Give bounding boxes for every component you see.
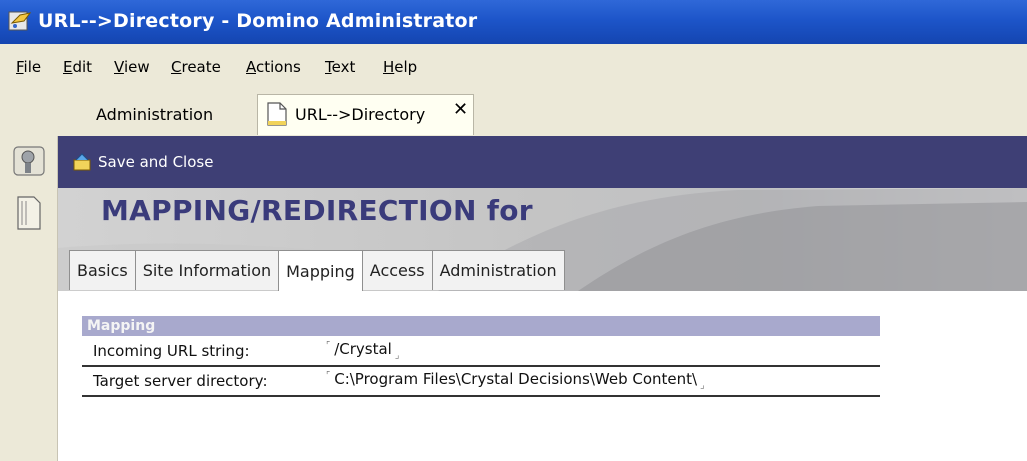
window-title: URL-->Directory - Domino Administrator — [38, 10, 478, 32]
target-directory-field[interactable]: ⌜ C:\Program Files\Crystal Decisions\Web … — [326, 370, 705, 391]
tab-administration[interactable]: Administration — [96, 105, 213, 124]
window-tab-strip: Administration URL-->Directory ✕ — [0, 88, 1027, 136]
title-bar: URL-->Directory - Domino Administrator — [0, 0, 1027, 44]
menu-help[interactable]: Help — [383, 58, 417, 76]
tab-access[interactable]: Access — [361, 250, 433, 290]
incoming-url-value: /Crystal — [334, 340, 392, 358]
menu-create[interactable]: Create — [171, 58, 221, 76]
form-content: Mapping Incoming URL string: ⌜/Crystal ⌟ … — [58, 291, 1027, 461]
incoming-url-field[interactable]: ⌜/Crystal ⌟ — [326, 340, 400, 361]
field-end-marker: ⌟ — [394, 350, 400, 361]
field-end-marker: ⌟ — [700, 380, 705, 391]
section-header: Mapping — [82, 316, 880, 336]
document-icon — [267, 102, 287, 126]
replicator-icon[interactable] — [12, 144, 46, 180]
menu-file[interactable]: File — [16, 58, 41, 76]
save-and-close-button[interactable]: Save and Close — [72, 148, 213, 176]
menu-view[interactable]: View — [114, 58, 150, 76]
tab-mapping[interactable]: Mapping — [278, 250, 363, 292]
tab-url-directory[interactable]: URL-->Directory ✕ — [257, 94, 474, 135]
field-start-marker: ⌜ — [326, 341, 331, 351]
form-heading: MAPPING/REDIRECTION for — [101, 194, 533, 227]
tab-url-directory-label: URL-->Directory — [295, 105, 426, 124]
menu-edit[interactable]: Edit — [63, 58, 92, 76]
bookmark-bar — [0, 136, 58, 461]
field-row-target-directory: Target server directory: ⌜ C:\Program Fil… — [82, 367, 880, 397]
field-row-incoming-url: Incoming URL string: ⌜/Crystal ⌟ — [82, 337, 880, 367]
menu-bar: File Edit View Create Actions Text Help — [0, 44, 1027, 89]
bookmarks-icon[interactable] — [14, 193, 44, 233]
tab-administration-form[interactable]: Administration — [431, 250, 565, 290]
field-start-marker: ⌜ — [326, 371, 331, 381]
target-directory-label: Target server directory: — [93, 372, 268, 390]
menu-actions[interactable]: Actions — [246, 58, 301, 76]
save-and-close-label: Save and Close — [98, 153, 214, 171]
domino-app-icon — [8, 11, 32, 31]
incoming-url-label: Incoming URL string: — [93, 342, 250, 360]
form-tabs: Basics Site Information Mapping Access A… — [69, 250, 565, 292]
tab-basics[interactable]: Basics — [69, 250, 136, 290]
save-close-icon — [73, 153, 91, 171]
menu-text[interactable]: Text — [325, 58, 355, 76]
close-tab-icon[interactable]: ✕ — [453, 99, 468, 120]
action-bar: Save and Close — [58, 136, 1027, 188]
target-directory-value: C:\Program Files\Crystal Decisions\Web C… — [334, 370, 698, 388]
tab-site-information[interactable]: Site Information — [134, 250, 280, 290]
